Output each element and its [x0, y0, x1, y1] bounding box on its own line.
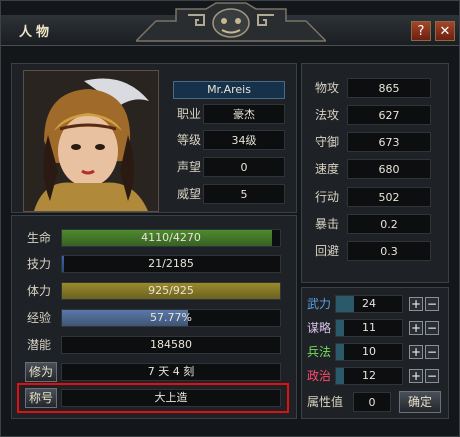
strategy-value: 11 [335, 319, 403, 337]
reputation-value: 0 [203, 157, 285, 177]
force-plus-button[interactable]: + [409, 297, 423, 311]
tactics-minus-button[interactable]: − [425, 345, 439, 359]
strategy-plus-button[interactable]: + [409, 321, 423, 335]
cultivation-box: 7 天 4 刻 [61, 363, 281, 381]
cultivation-button[interactable]: 修为 [25, 362, 57, 382]
skill-label: 技力 [27, 257, 52, 271]
hp-label: 生命 [27, 231, 52, 245]
action-value: 502 [347, 187, 431, 207]
tactics-label: 兵法 [307, 345, 332, 359]
occupation-label: 职业 [177, 107, 202, 121]
help-button[interactable]: ? [411, 21, 431, 41]
action-label: 行动 [315, 190, 340, 204]
stamina-label: 体力 [27, 284, 52, 298]
level-label: 等级 [177, 133, 202, 147]
defense-value: 673 [347, 132, 431, 152]
tactics-plus-button[interactable]: + [409, 345, 423, 359]
reputation-label: 声望 [177, 160, 202, 174]
magic-attack-label: 法攻 [315, 108, 340, 122]
strategy-label: 谋略 [307, 321, 332, 335]
potential-bar: 184580 [61, 336, 281, 354]
politics-plus-button[interactable]: + [409, 369, 423, 383]
hp-value: 4110/4270 [141, 231, 201, 244]
stamina-bar: 925/925 [61, 282, 281, 300]
character-window: 人物 ? ✕ Mr.Areis 职业 豪杰 等级 34级 声望 0 威望 5 物… [0, 0, 460, 437]
speed-label: 速度 [315, 162, 340, 176]
critical-label: 暴击 [315, 217, 340, 231]
window-title: 人物 [19, 25, 54, 40]
politics-minus-button[interactable]: − [425, 369, 439, 383]
honor-value: 大上造 [154, 391, 188, 404]
physical-attack-label: 物攻 [315, 81, 340, 95]
prestige-label: 威望 [177, 187, 202, 201]
defense-label: 守御 [315, 135, 340, 149]
force-label: 武力 [307, 297, 332, 311]
close-button[interactable]: ✕ [435, 21, 455, 41]
character-portrait [23, 70, 159, 212]
skill-value: 21/2185 [148, 257, 194, 270]
politics-value: 12 [335, 367, 403, 385]
experience-value: 57.77% [150, 311, 192, 324]
force-minus-button[interactable]: − [425, 297, 439, 311]
confirm-button[interactable]: 确定 [399, 391, 441, 413]
hp-bar: 4110/4270 [61, 229, 281, 247]
level-value: 34级 [203, 130, 285, 150]
strategy-minus-button[interactable]: − [425, 321, 439, 335]
tactics-value: 10 [335, 343, 403, 361]
honor-box: 大上造 [61, 389, 281, 407]
magic-attack-value: 627 [347, 105, 431, 125]
force-value: 24 [335, 295, 403, 313]
stamina-value: 925/925 [148, 284, 194, 297]
potential-value: 184580 [150, 338, 192, 351]
experience-label: 经验 [27, 311, 52, 325]
physical-attack-value: 865 [347, 78, 431, 98]
prestige-value: 5 [203, 184, 285, 204]
character-name: Mr.Areis [173, 81, 285, 99]
evasion-label: 回避 [315, 244, 340, 258]
header-ornament [136, 2, 326, 42]
skill-bar: 21/2185 [61, 255, 281, 273]
cultivation-value: 7 天 4 刻 [147, 365, 195, 378]
attribute-points-label: 属性值 [307, 395, 344, 409]
experience-bar: 57.77% [61, 309, 281, 327]
critical-value: 0.2 [347, 214, 431, 234]
speed-value: 680 [347, 159, 431, 179]
evasion-value: 0.3 [347, 241, 431, 261]
title-honor-button[interactable]: 称号 [25, 388, 57, 408]
occupation-value: 豪杰 [203, 104, 285, 124]
politics-label: 政治 [307, 369, 332, 383]
attribute-points-value: 0 [353, 392, 391, 412]
potential-label: 潜能 [27, 338, 52, 352]
